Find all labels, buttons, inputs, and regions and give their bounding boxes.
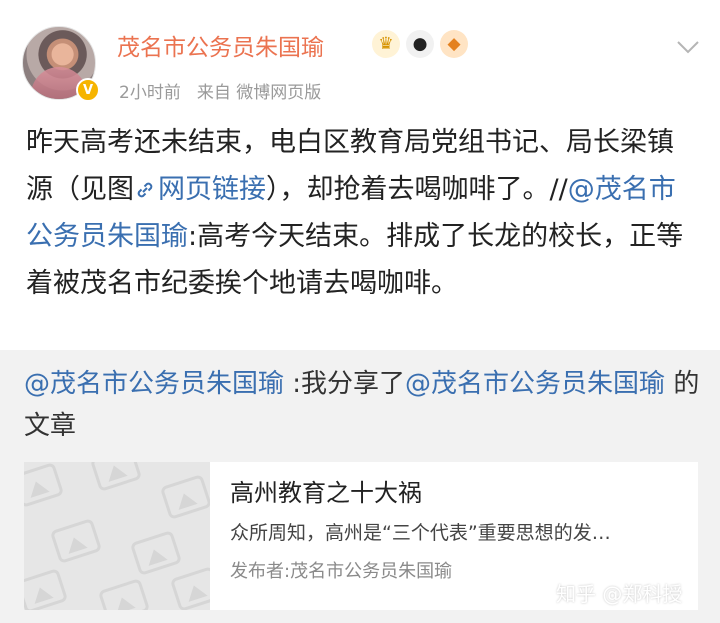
repost-text-part1: :我分享了 xyxy=(284,369,406,399)
image-placeholder-icon xyxy=(24,462,65,508)
weibo-post: V 茂名市公务员朱国瑜 ♛ ● ◆ 2小时前 来自 微博网页版 昨天高考还未结束，… xyxy=(0,0,720,623)
image-placeholder-icon xyxy=(97,578,151,610)
image-placeholder-icon xyxy=(49,518,103,564)
article-thumbnail-placeholder xyxy=(24,462,210,610)
image-placeholder-icon xyxy=(129,530,183,576)
post-text-part2: ），却抢着去喝咖啡了。// xyxy=(266,174,568,205)
web-link[interactable]: 网页链接 xyxy=(134,174,266,205)
image-placeholder-icon xyxy=(169,566,210,610)
repost-mention-shared[interactable]: @茂名市公务员朱国瑜 xyxy=(405,369,665,399)
web-link-label: 网页链接 xyxy=(158,174,266,205)
post-time: 2小时前 xyxy=(119,83,181,103)
panda-icon[interactable]: ● xyxy=(406,30,434,58)
user-badges: ♛ ● ◆ xyxy=(372,30,468,58)
username[interactable]: 茂名市公务员朱国瑜 xyxy=(117,28,324,62)
post-meta: 2小时前 来自 微博网页版 xyxy=(119,78,321,103)
post-source: 来自 微博网页版 xyxy=(196,83,322,103)
chevron-down-icon[interactable] xyxy=(676,38,700,56)
crown-icon[interactable]: ♛ xyxy=(372,30,400,58)
image-placeholder-icon xyxy=(89,462,143,492)
image-placeholder-icon xyxy=(159,474,210,520)
repost-text: @茂名市公务员朱国瑜 :我分享了@茂名市公务员朱国瑜 的文章 xyxy=(24,363,704,447)
verified-badge-icon: V xyxy=(76,78,100,102)
article-title: 高州教育之十大祸 xyxy=(230,479,422,507)
fish-icon[interactable]: ◆ xyxy=(440,30,468,58)
post-header: V 茂名市公务员朱国瑜 ♛ ● ◆ 2小时前 来自 微博网页版 xyxy=(0,0,720,115)
article-description: 众所周知，高州是“三个代表”重要思想的发… xyxy=(230,522,611,544)
image-placeholder-icon xyxy=(24,568,69,610)
repost-mention-author[interactable]: @茂名市公务员朱国瑜 xyxy=(24,369,284,399)
watermark: 知乎 @郑科授 xyxy=(556,582,683,606)
link-icon xyxy=(137,182,153,198)
post-content: 昨天高考还未结束，电白区教育局党组书记、局长梁镇源（见图 网页链接），却抢着去喝咖… xyxy=(26,119,696,307)
